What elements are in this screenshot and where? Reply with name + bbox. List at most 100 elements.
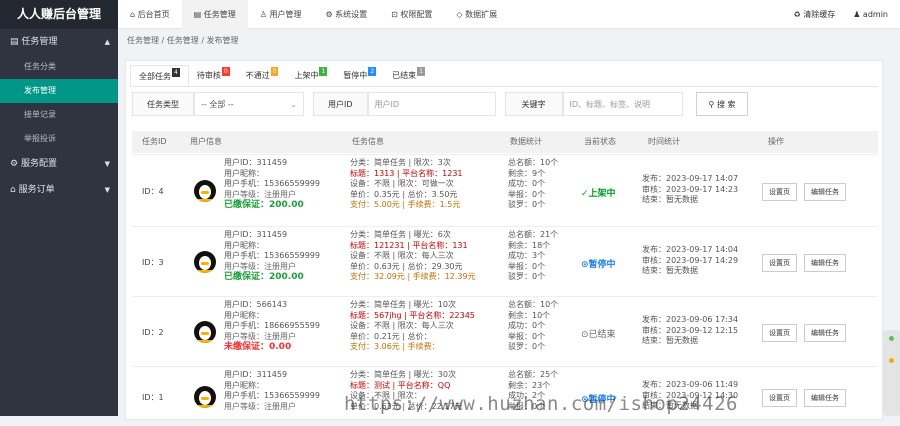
avatar — [194, 180, 216, 202]
topnav-label: 任务管理 — [203, 10, 236, 19]
tab-label: 已结束 — [392, 71, 417, 80]
user-info-line: 用户ID：311459 — [224, 158, 288, 167]
stats-line: 成功：3个 — [508, 251, 546, 260]
sidebar: 人人赚后台管理 ▤ 任务管理 ▲ 任务分类 发布管理 接单记录 举报投诉 ⚙ 服务… — [0, 0, 118, 416]
tab-count-badge: 4 — [172, 68, 180, 77]
menu-group-label: 服务配置 — [20, 159, 57, 169]
tab-5[interactable]: 已结束 1 — [384, 65, 433, 87]
user-info-line: 用户手机：15366559999 — [224, 251, 320, 260]
topnav-users[interactable]: ♙ 用户管理 — [248, 0, 314, 29]
menu-item-category[interactable]: 任务分类 — [0, 55, 118, 79]
set-page-button[interactable]: 设置页 — [762, 389, 797, 407]
topnav-label: 数据扩展 — [465, 10, 498, 19]
edit-task-button[interactable]: 编辑任务 — [804, 254, 846, 272]
topnav-home[interactable]: ⌂ 后台首页 — [118, 0, 182, 29]
user-info-line: 已缴保证：200.00 — [224, 200, 304, 210]
time-line: 审核：2023-09-12 12:15 — [642, 325, 739, 335]
row-actions: 设置页 编辑任务 — [762, 254, 846, 272]
side-toolbar[interactable] — [883, 330, 900, 416]
keyword-input[interactable]: ID、标题、标签、说明 — [562, 92, 683, 116]
user-info-line: 用户手机：15366559999 — [224, 391, 320, 400]
user-info-line: 已缴保证：200.00 — [224, 272, 304, 282]
menu-item-reports[interactable]: 举报投诉 — [0, 127, 118, 151]
user-info-line: 用户昵称： — [224, 310, 264, 320]
edit-task-button[interactable]: 编辑任务 — [804, 183, 846, 201]
time-info: 发布：2023-09-17 14:04 审核：2023-09-17 14:29 结束… — [642, 245, 738, 277]
tab-divider — [130, 86, 878, 87]
diamond-icon: ◇ — [456, 10, 466, 19]
top-nav: ⌂ 后台首页 ▤ 任务管理 ♙ 用户管理 ⚙ 系统设置 ⊡ 权限配置 ◇ 数据扩… — [118, 0, 509, 29]
tab-label: 不通过 — [245, 71, 270, 80]
stats-info: 总名额：10个 剩余：10个 成功：0个 举报：0个 驳罗：0个 — [508, 300, 558, 353]
uid-input[interactable]: 用户ID — [367, 92, 496, 116]
keyword-label: 关键字 — [504, 92, 563, 116]
stats-line: 剩余：23个 — [508, 380, 551, 390]
clear-cache-button[interactable]: ♻ 清除缓存 — [793, 0, 835, 29]
filter-bar: 任务类型 -- 全部 -- ⌄ 用户ID 用户ID 关键字 ID、标题、标签、说明… — [132, 92, 749, 116]
col-stats: 数据统计 — [510, 137, 542, 146]
task-info-line: 分类：简单任务 | 限次：3次 — [350, 158, 451, 167]
task-info-line: 设备：不限 | 限次：每人三次 — [350, 321, 454, 330]
task-id: ID：4 — [142, 187, 164, 196]
stats-line: 驳罗：0个 — [508, 272, 546, 281]
topnav-extend[interactable]: ◇ 数据扩展 — [444, 0, 509, 29]
type-select-value: -- 全部 -- — [201, 100, 234, 109]
stats-line: 总名额：10个 — [508, 300, 559, 309]
time-line: 审核：2023-09-17 14:29 — [642, 255, 739, 265]
tab-label: 全部任务 — [139, 72, 171, 81]
task-info-line: 标题：1313 | 平台名称：1231 — [350, 168, 463, 178]
type-select[interactable]: -- 全部 -- ⌄ — [194, 92, 304, 116]
set-page-button[interactable]: 设置页 — [762, 254, 797, 272]
tab-count-badge: 2 — [368, 67, 377, 76]
uid-label: 用户ID — [313, 92, 368, 116]
search-button[interactable]: ⚲ 搜 索 — [695, 92, 749, 116]
user-menu[interactable]: ♟ admin — [853, 0, 888, 29]
status-badge: ✓上架中 — [581, 189, 616, 199]
topnav-settings[interactable]: ⚙ 系统设置 — [313, 0, 379, 29]
edit-task-button[interactable]: 编辑任务 — [804, 389, 846, 407]
time-info: 发布：2023-09-06 17:34 审核：2023-09-12 12:15 结束… — [642, 315, 738, 347]
col-actions: 操作 — [768, 137, 784, 146]
menu-group-task[interactable]: ▤ 任务管理 ▲ — [0, 29, 118, 55]
menu-item-publish[interactable]: 发布管理 — [0, 79, 118, 103]
tab-4[interactable]: 暂停中 2 — [335, 65, 384, 87]
topnav-label: 权限配置 — [400, 10, 433, 19]
status-badge: ⊙已结束 — [581, 330, 616, 340]
user-info-line: 用户等级：注册用户 — [224, 331, 296, 341]
tab-label: 暂停中 — [343, 71, 368, 80]
edit-task-button[interactable]: 编辑任务 — [804, 324, 846, 342]
user-info-line: 用户手机：18666955599 — [224, 321, 320, 330]
set-page-button[interactable]: 设置页 — [762, 183, 797, 201]
home-icon: ⌂ — [10, 185, 19, 195]
task-info-line: 支付：32.09元 | 手续费：12.39元 — [350, 272, 476, 281]
tab-0[interactable]: 全部任务 4 — [130, 65, 189, 87]
tab-label: 待审核 — [196, 71, 221, 80]
stats-line: 成功：0个 — [508, 179, 546, 188]
user-info-line: 用户ID：566143 — [224, 300, 288, 309]
table-row: ID：2 用户ID：566143 用户昵称： 用户手机：18666955599 用户等级… — [132, 296, 878, 366]
status-badge: ⊙暂停中 — [581, 260, 616, 270]
tab-2[interactable]: 不通过 0 — [238, 65, 287, 87]
home-icon: ⌂ — [130, 10, 138, 19]
stats-line: 剩余：18个 — [508, 240, 551, 250]
task-info-line: 单价：0.21元 | 总价： — [350, 331, 432, 341]
user-info-line: 用户昵称： — [224, 168, 264, 178]
tab-3[interactable]: 上架中 1 — [286, 65, 335, 87]
task-info: 分类：简单任务 | 限次：3次 标题：1313 | 平台名称：1231 设备：不限 … — [350, 158, 463, 211]
tab-1[interactable]: 待审核 0 — [189, 65, 238, 87]
task-id: ID：2 — [142, 328, 164, 337]
task-info-line: 分类：简单任务 | 曝光：10次 — [350, 300, 456, 309]
list-icon: ▤ — [10, 37, 22, 47]
caret-up-icon: ▲ — [104, 38, 110, 46]
tab-count-badge: 1 — [417, 67, 425, 76]
top-right: ♻ 清除缓存 ♟ admin — [793, 0, 888, 29]
time-line: 结束：暂无数据 — [642, 336, 698, 345]
topnav-task[interactable]: ▤ 任务管理 — [181, 0, 248, 29]
menu-group-orders[interactable]: ⌂ 服务订单 ▼ — [0, 177, 118, 203]
menu-group-service[interactable]: ⚙ 服务配置 ▼ — [0, 151, 118, 177]
set-page-button[interactable]: 设置页 — [762, 324, 797, 342]
menu-item-orders[interactable]: 接单记录 — [0, 103, 118, 127]
topnav-permissions[interactable]: ⊡ 权限配置 — [379, 0, 444, 29]
task-info: 分类：简单任务 | 曝光：10次 标题：567jhg | 平台名称：22345 设备… — [350, 300, 475, 353]
time-line: 发布：2023-09-06 11:49 — [642, 380, 739, 389]
